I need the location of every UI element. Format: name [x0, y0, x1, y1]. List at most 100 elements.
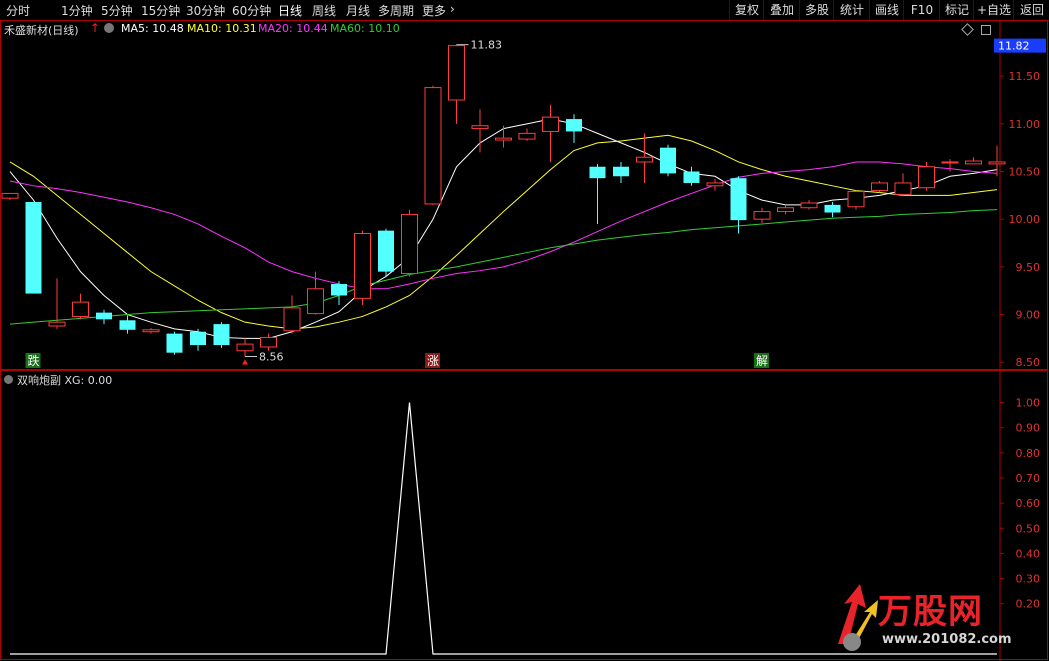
back-button[interactable]: 返回 — [1013, 0, 1049, 20]
candle-body — [941, 161, 959, 164]
candle-body — [636, 156, 653, 163]
candle-body — [495, 137, 512, 141]
site-logo: 万股网 www.201082.com — [830, 582, 1030, 658]
candle-body — [331, 284, 347, 296]
price-chart[interactable]: 11.50 11.00 10.50 10.00 9.50 9.00 8.50 11.82 11.… — [0, 20, 1049, 370]
price-tick-label: 10.50 — [1009, 166, 1041, 179]
price-tick-label: 10.00 — [1009, 213, 1041, 226]
f10-button[interactable]: F10 — [903, 0, 940, 20]
high-price-label: 11.83 — [471, 39, 503, 52]
candle-body — [777, 207, 794, 213]
candle-body — [448, 45, 465, 101]
indicator-tick-label: 0.80 — [1016, 447, 1041, 460]
candle-body — [72, 301, 89, 317]
multi-stock-button[interactable]: 多股 — [799, 0, 834, 20]
window-square-icon[interactable] — [981, 25, 991, 35]
tab-more[interactable]: 更多 — [422, 2, 446, 19]
statistics-button[interactable]: 统计 — [833, 0, 870, 20]
price-tick-label: 9.50 — [1016, 261, 1041, 274]
tab-monthly[interactable]: 月线 — [346, 2, 370, 19]
signal-jie: 解 — [756, 354, 768, 368]
candle-body — [566, 119, 582, 132]
candle-body — [48, 321, 66, 327]
tab-5min[interactable]: 5分钟 — [101, 2, 133, 19]
chevron-right-icon[interactable]: › — [450, 2, 455, 16]
ma5-label: MA5: 10.48 — [121, 22, 184, 35]
tab-30min[interactable]: 30分钟 — [186, 2, 225, 19]
candle-body — [213, 324, 230, 346]
signal-zhang: 涨 — [427, 353, 439, 368]
candle-body — [988, 161, 1006, 165]
indicator-settings-icon[interactable] — [4, 375, 13, 384]
logo-text: 万股网 — [878, 592, 983, 632]
candle-body — [824, 204, 841, 213]
candle-body — [800, 202, 818, 209]
candle-body — [190, 331, 206, 346]
candle-body — [378, 230, 394, 272]
overlay-button[interactable]: 叠加 — [763, 0, 800, 20]
tab-timeshare[interactable]: 分时 — [6, 2, 30, 19]
candle-body — [260, 336, 277, 348]
tab-60min[interactable]: 60分钟 — [232, 2, 271, 19]
indicator-tick-label: 0.40 — [1016, 547, 1041, 560]
tab-weekly[interactable]: 周线 — [312, 2, 336, 19]
price-tick-label: 8.50 — [1016, 356, 1041, 369]
low-arrow-icon — [242, 359, 248, 365]
candle-body — [589, 166, 606, 179]
candle-body — [401, 213, 418, 275]
candle-body — [307, 288, 324, 315]
candle-body — [471, 125, 489, 130]
candle-body — [518, 132, 536, 140]
ma10-line — [9, 134, 998, 330]
candle-body — [96, 312, 112, 320]
candle-body — [847, 191, 865, 208]
candle-body — [613, 166, 629, 177]
logo-url: www.201082.com — [882, 632, 1012, 647]
indicator-tick-label: 0.90 — [1016, 422, 1041, 435]
candle-body — [660, 147, 676, 174]
ma20-label: MA20: 10.44 — [258, 22, 328, 35]
settings-dropdown-icon[interactable] — [104, 23, 114, 33]
price-panel-frame — [0, 20, 1048, 370]
tab-multi-period[interactable]: 多周期 — [378, 2, 414, 19]
price-tick-label: 11.00 — [1009, 118, 1041, 131]
indicator-tick-label: 1.00 — [1016, 397, 1041, 410]
candle-body — [236, 343, 254, 352]
candle-body — [424, 87, 442, 205]
candle-body — [25, 202, 42, 294]
candle-body — [871, 182, 888, 192]
candle-body — [730, 178, 747, 221]
candle-body — [1, 192, 19, 199]
restore-rights-button[interactable]: 复权 — [729, 0, 764, 20]
tab-1min[interactable]: 1分钟 — [61, 2, 93, 19]
indicator-tick-label: 0.70 — [1016, 472, 1041, 485]
add-watchlist-button[interactable]: +自选 — [973, 0, 1014, 20]
indicator-title-text: 双响炮副 XG: 0.00 — [17, 374, 113, 387]
ma10-label: MA10: 10.31 — [187, 22, 257, 35]
current-price-tag: 11.82 — [998, 40, 1030, 53]
candle-body — [354, 232, 371, 299]
candle-body — [119, 320, 136, 330]
candle-body — [166, 333, 183, 353]
draw-line-button[interactable]: 画线 — [869, 0, 904, 20]
candle-body — [142, 329, 160, 333]
indicator-tick-label: 0.60 — [1016, 497, 1041, 510]
indicator-tick-label: 0.50 — [1016, 522, 1041, 535]
ma5-line — [9, 118, 998, 339]
candle-body — [542, 116, 559, 132]
candle-body — [894, 182, 912, 195]
price-tick-label: 11.50 — [1009, 70, 1041, 83]
tab-daily[interactable]: 日线 — [278, 2, 302, 19]
candle-body — [283, 307, 301, 332]
candle-body — [706, 182, 724, 187]
candle-body — [753, 211, 771, 220]
tab-15min[interactable]: 15分钟 — [141, 2, 180, 19]
low-price-label: 8.56 — [259, 351, 284, 364]
up-arrow-icon: ↑ — [90, 21, 101, 35]
top-toolbar: 分时 1分钟 5分钟 15分钟 30分钟 60分钟 日线 周线 月线 多周期 更… — [0, 0, 1049, 21]
stock-name: 禾盛新材(日线) — [4, 24, 79, 37]
indicator-title: 双响炮副 XG: 0.00 — [4, 372, 112, 388]
candle-body — [683, 171, 700, 183]
mark-button[interactable]: 标记 — [939, 0, 974, 20]
price-tick-label: 9.00 — [1016, 309, 1041, 322]
